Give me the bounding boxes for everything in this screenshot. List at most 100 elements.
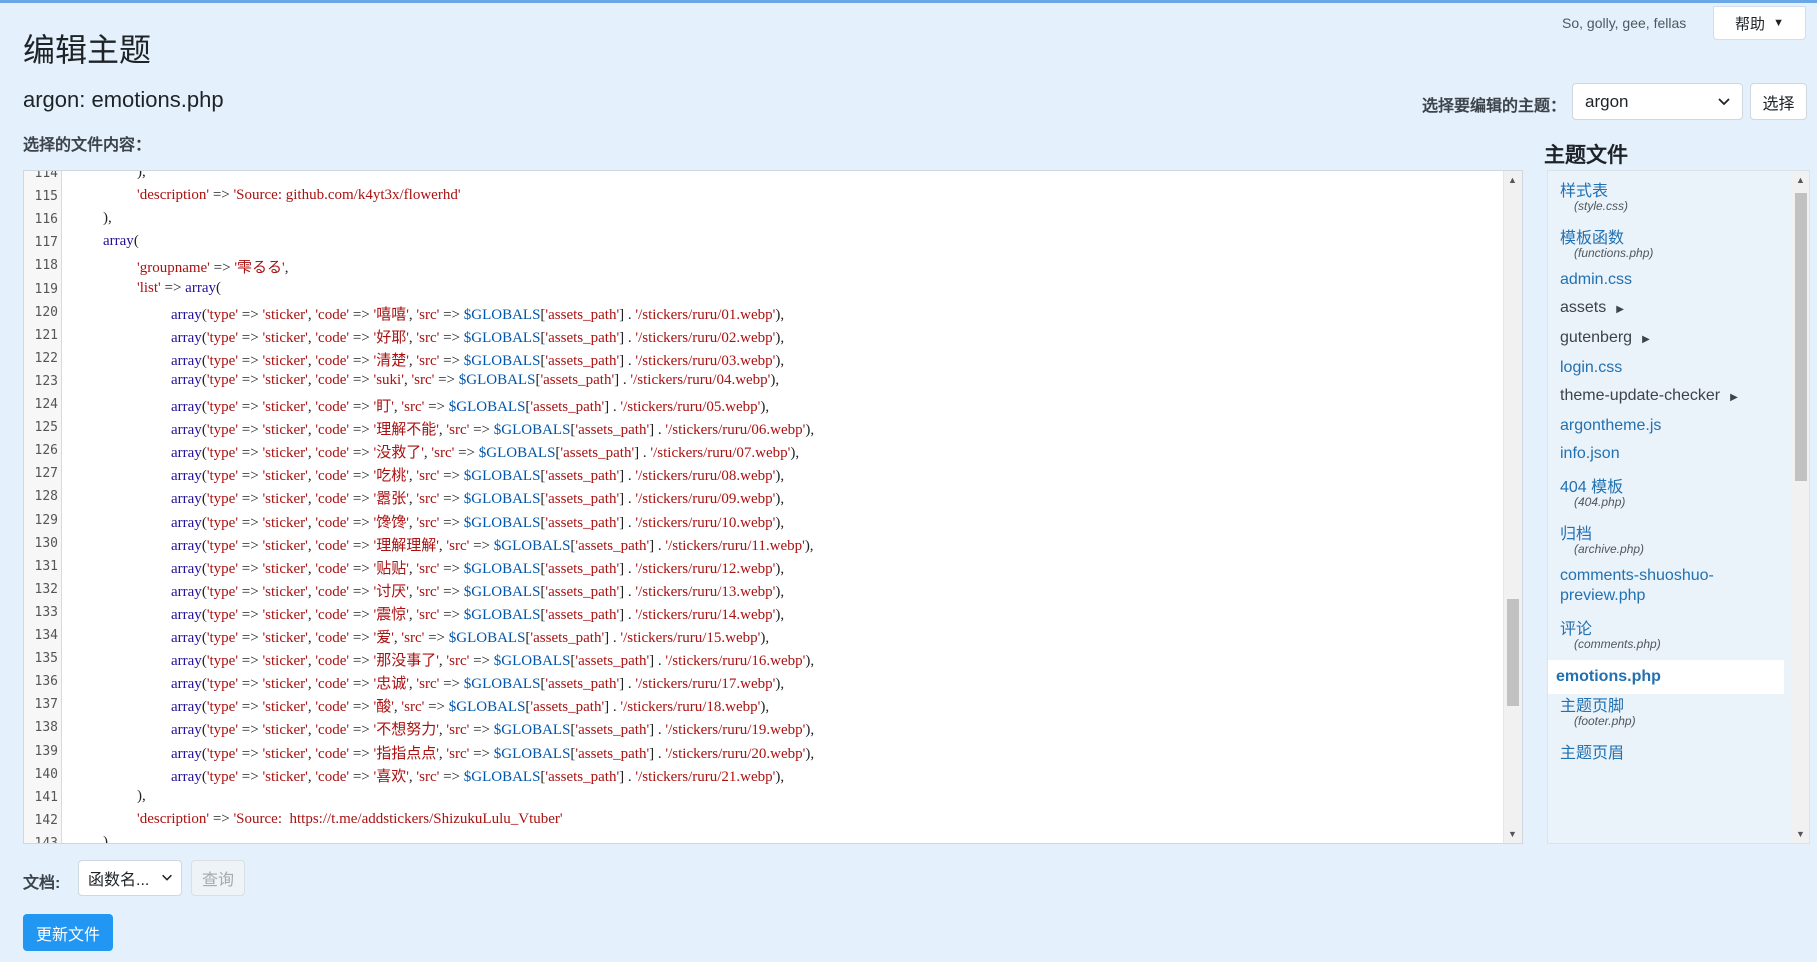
file-item[interactable]: 主题页眉: [1560, 739, 1624, 763]
file-item[interactable]: argontheme.js: [1560, 417, 1661, 435]
code-line: array('type' => 'sticker', 'code' => '嚣张…: [171, 487, 784, 508]
line-number: 115: [34, 189, 58, 205]
code-token: $GLOBALS: [493, 422, 571, 439]
folder-item[interactable]: gutenberg ▶: [1560, 329, 1650, 347]
folder-item[interactable]: theme-update-checker ▶: [1560, 387, 1738, 405]
code-token: array: [171, 352, 202, 369]
code-token: ] .: [619, 560, 636, 577]
line-number: 131: [34, 558, 58, 574]
file-item[interactable]: 主题页脚: [1560, 692, 1624, 716]
code-token: '/stickers/ruru/03.webp': [635, 352, 776, 369]
code-token: 'code': [315, 329, 350, 346]
file-item-label-continued[interactable]: preview.php: [1560, 587, 1645, 605]
line-number: 142: [34, 812, 58, 828]
code-token: 'assets_path': [545, 560, 620, 577]
code-token: =>: [238, 653, 263, 670]
code-token: 'assets_path': [545, 491, 620, 508]
code-token: $GLOBALS: [448, 399, 526, 415]
code-token: 'type': [206, 537, 239, 554]
folder-item[interactable]: assets ▶: [1560, 299, 1624, 317]
editor-scrollbar-thumb[interactable]: [1507, 599, 1519, 706]
line-number: 124: [34, 397, 58, 412]
function-name-select[interactable]: 函数名...: [78, 860, 182, 896]
line-number: 143: [34, 835, 58, 844]
code-line: ),: [103, 210, 112, 227]
theme-select[interactable]: argon: [1572, 83, 1743, 120]
code-token: ),: [775, 352, 785, 369]
file-item-filename: (footer.php): [1574, 714, 1636, 728]
code-token: '/stickers/ruru/20.webp': [665, 745, 806, 762]
code-token: 'assets_path': [575, 537, 650, 554]
lookup-button[interactable]: 查询: [191, 860, 245, 896]
code-token: ] .: [649, 422, 666, 439]
file-item[interactable]: 评论: [1560, 615, 1592, 639]
code-token: =>: [439, 514, 464, 531]
code-token: array: [171, 722, 202, 739]
code-token: =>: [439, 491, 464, 508]
scroll-down-icon[interactable]: ▼: [1796, 829, 1805, 839]
code-token: array: [171, 306, 202, 323]
code-line: array('type' => 'sticker', 'code' => 'su…: [171, 372, 779, 389]
code-token: array: [171, 676, 202, 693]
triangle-right-icon: ▶: [1616, 304, 1624, 315]
line-number: 138: [34, 720, 58, 736]
code-line: 'list' => array(: [137, 280, 221, 297]
file-item[interactable]: login.css: [1560, 359, 1622, 377]
file-item[interactable]: info.json: [1560, 445, 1620, 463]
code-token: array: [171, 745, 202, 762]
code-editor[interactable]: 114 115 116 117 118 119 120 121 122 123 124 125 126 1…: [23, 170, 1523, 844]
code-token: ] .: [619, 606, 636, 623]
code-token: 'sticker': [262, 371, 308, 388]
code-token: ),: [775, 583, 785, 600]
code-token: ),: [775, 514, 785, 531]
code-line: array('type' => 'sticker', 'code' => '吃桃…: [171, 464, 784, 485]
code-token: 'src': [416, 514, 440, 531]
file-item[interactable]: 404 模板: [1560, 473, 1623, 497]
code-token: =>: [209, 187, 234, 204]
scroll-down-icon[interactable]: ▼: [1508, 829, 1517, 839]
code-token: =>: [349, 399, 374, 415]
code-token: 'src': [446, 537, 470, 554]
choose-theme-button[interactable]: 选择: [1750, 83, 1807, 120]
code-token: =>: [349, 676, 374, 693]
code-token: ),: [760, 699, 770, 716]
scroll-up-icon[interactable]: ▲: [1508, 175, 1517, 185]
tagline: So, golly, gee, fellas: [1562, 15, 1687, 31]
file-item[interactable]: admin.css: [1560, 271, 1632, 289]
code-token: 'code': [315, 514, 350, 531]
code-token: ),: [775, 329, 785, 346]
code-token: =>: [238, 399, 263, 415]
code-token: =>: [424, 699, 449, 716]
scroll-up-icon[interactable]: ▲: [1796, 175, 1805, 185]
file-list-scrollbar[interactable]: ▲ ▼: [1792, 171, 1809, 843]
file-item[interactable]: 样式表: [1560, 177, 1608, 201]
update-file-button[interactable]: 更新文件: [23, 914, 113, 951]
code-token: 'code': [315, 653, 350, 670]
code-token: $GLOBALS: [493, 537, 571, 554]
code-token: 'src': [416, 768, 440, 785]
file-item-label: 评论: [1560, 621, 1593, 638]
help-button[interactable]: 帮助 ▼: [1713, 6, 1806, 40]
file-item[interactable]: comments-shuoshuo-: [1560, 567, 1714, 585]
file-list-scrollbar-thumb[interactable]: [1795, 193, 1807, 481]
file-item-label: login.css: [1560, 359, 1623, 376]
code-token: $GLOBALS: [448, 630, 526, 646]
theme-select-value: argon: [1585, 91, 1629, 111]
code-token: ),: [760, 630, 770, 646]
code-token: 'sticker': [262, 537, 308, 554]
code-line: 'description' => 'Source: github.com/k4y…: [137, 187, 461, 204]
editor-scrollbar[interactable]: ▲ ▼: [1503, 171, 1522, 843]
code-token: ),: [775, 676, 785, 693]
code-token: ] .: [619, 514, 636, 531]
code-token: 'src': [416, 352, 440, 369]
help-button-label: 帮助: [1735, 15, 1766, 33]
code-token: 'src': [416, 491, 440, 508]
code-line: array('type' => 'sticker', 'code' => '没救…: [171, 441, 799, 462]
file-item[interactable]: 模板函数: [1560, 224, 1624, 248]
code-token: =>: [349, 445, 374, 462]
file-item-current[interactable]: emotions.php: [1548, 660, 1784, 694]
file-item[interactable]: 归档: [1560, 520, 1592, 544]
code-token: 'code': [315, 606, 350, 623]
file-item-label: 主题页眉: [1560, 745, 1625, 762]
code-token: 'sticker': [262, 445, 308, 462]
